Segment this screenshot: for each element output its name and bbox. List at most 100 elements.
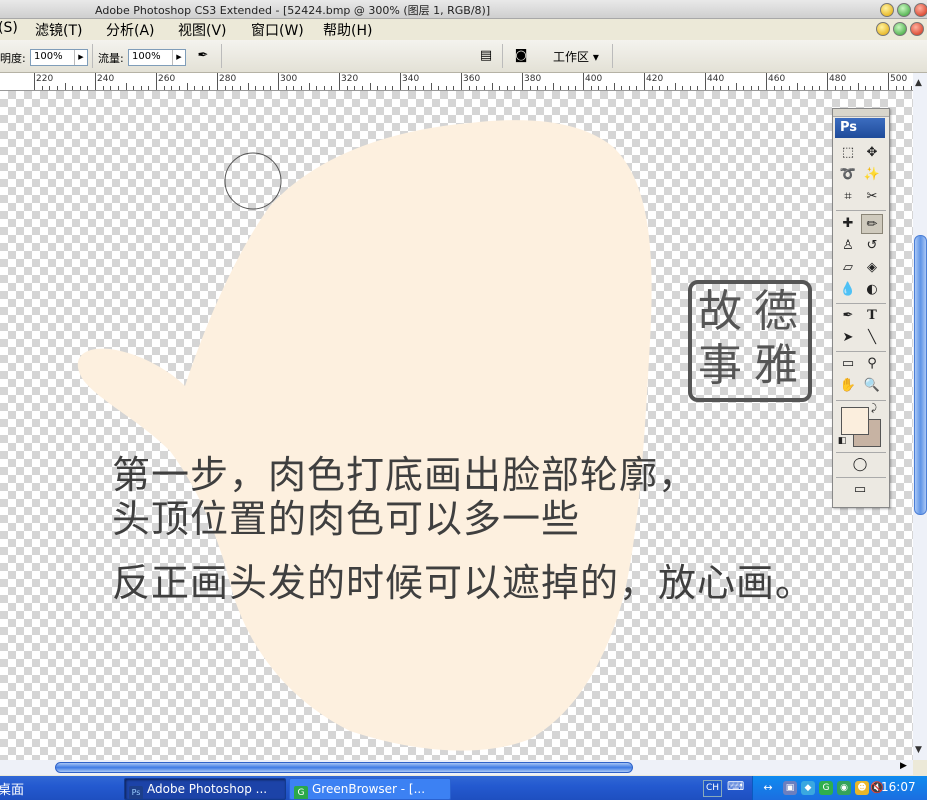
doc-minimize-button[interactable] xyxy=(876,22,890,36)
tray-app-icon[interactable]: ◆ xyxy=(801,781,815,795)
move-icon[interactable]: ✥ xyxy=(861,143,883,163)
ruler-minor-tick xyxy=(842,86,844,90)
palette-grip[interactable] xyxy=(833,109,889,117)
doc-close-button[interactable] xyxy=(910,22,924,36)
taskbar-photoshop-button[interactable]: Ps Adobe Photoshop ... xyxy=(124,778,286,800)
ps-logo[interactable]: Ps xyxy=(835,118,885,138)
scroll-right-icon[interactable]: ▶ xyxy=(900,761,907,771)
hand-icon[interactable]: ✋ xyxy=(837,376,859,396)
close-button[interactable] xyxy=(914,3,927,17)
taskbar: 桌面 Ps Adobe Photoshop ... G GreenBrowser -… xyxy=(0,776,927,800)
horizontal-ruler: 220 240 260 280 300 320 340 360 380 400 420 440 460 4… xyxy=(0,73,913,91)
separator xyxy=(92,44,93,68)
ruler-minor-tick xyxy=(239,86,241,90)
ruler-minor-tick xyxy=(712,86,714,90)
flow-arrow-icon[interactable]: ▶ xyxy=(172,50,185,65)
palette-well-icon[interactable]: ▤ xyxy=(476,47,496,65)
vertical-scrollbar[interactable]: ▲ ▼ xyxy=(913,73,927,760)
minimize-button[interactable] xyxy=(880,3,894,17)
paint-bucket-icon[interactable]: ◈ xyxy=(861,258,883,278)
ruler-minor-tick xyxy=(727,86,729,90)
type-icon[interactable]: T xyxy=(861,306,883,326)
eyedropper-icon[interactable]: ⚲ xyxy=(861,354,883,374)
magic-wand-icon[interactable]: ✨ xyxy=(861,165,883,185)
menu-analysis[interactable]: 分析(A) xyxy=(106,20,155,40)
vertical-scroll-thumb[interactable] xyxy=(914,235,927,515)
ruler-major-tick xyxy=(278,73,279,90)
ruler-minor-tick xyxy=(369,83,371,90)
flow-field[interactable]: 100% ▶ xyxy=(128,49,186,66)
ruler-minor-tick xyxy=(201,86,203,90)
ruler-label: 240 xyxy=(97,74,115,84)
screen-mode-icon[interactable]: ▭ xyxy=(849,480,871,500)
blur-icon[interactable]: 💧 xyxy=(837,280,859,300)
menu-view[interactable]: 视图(V) xyxy=(178,20,227,40)
document-canvas[interactable]: 第一步，肉色打底画出脸部轮廓， 头顶位置的肉色可以多一些 反正画头发的时候可以遮… xyxy=(0,91,913,760)
tray-app-icon[interactable]: ☻ xyxy=(855,781,869,795)
scroll-up-icon[interactable]: ▲ xyxy=(915,78,922,88)
marquee-icon[interactable]: ⬚ xyxy=(837,143,859,163)
tray-greenbrowser-icon[interactable]: G xyxy=(819,781,833,795)
ruler-minor-tick xyxy=(178,86,180,90)
ruler-minor-tick xyxy=(41,86,43,90)
doc-restore-button[interactable] xyxy=(893,22,907,36)
opacity-value: 100% xyxy=(34,51,63,62)
default-colors-icon[interactable]: ◧ xyxy=(836,431,848,451)
ruler-label: 320 xyxy=(341,74,359,84)
menu-window[interactable]: 窗口(W) xyxy=(251,20,304,40)
ruler-minor-tick xyxy=(781,86,783,90)
menu-help[interactable]: 帮助(H) xyxy=(323,20,372,40)
horizontal-scroll-thumb[interactable] xyxy=(55,762,633,773)
network-icon[interactable]: ↔ xyxy=(761,781,775,795)
stamp-icon[interactable]: ♙ xyxy=(837,236,859,256)
seal-stamp: 故 德 事 雅 xyxy=(688,280,812,402)
bridge-icon[interactable]: ◙ xyxy=(511,47,531,65)
slice-icon[interactable]: ✂ xyxy=(861,187,883,207)
keyboard-icon[interactable]: ⌨ xyxy=(727,779,744,793)
ruler-minor-tick xyxy=(422,86,424,90)
lasso-icon[interactable]: ➰ xyxy=(837,165,859,185)
crop-icon[interactable]: ⌗ xyxy=(837,187,859,207)
ruler-minor-tick xyxy=(910,86,912,90)
brush-icon[interactable]: ✏ xyxy=(861,214,883,234)
dodge-icon[interactable]: ◐ xyxy=(861,280,883,300)
ruler-minor-tick xyxy=(255,86,257,90)
workspace-menu[interactable]: 工作区 ▾ xyxy=(553,48,599,65)
line-icon[interactable]: ╲ xyxy=(861,328,883,348)
notes-icon[interactable]: ▭ xyxy=(837,354,859,374)
ruler-minor-tick xyxy=(308,83,310,90)
swap-colors-icon[interactable]: ⤸ xyxy=(867,399,881,419)
history-brush-icon[interactable]: ↺ xyxy=(861,236,883,256)
tray-app-icon[interactable]: ◉ xyxy=(837,781,851,795)
ruler-minor-tick xyxy=(377,86,379,90)
brush-cursor xyxy=(224,152,282,210)
language-indicator[interactable]: CH xyxy=(703,780,722,797)
ruler-major-tick xyxy=(95,73,96,90)
ruler-minor-tick xyxy=(224,86,226,90)
zoom-icon[interactable]: 🔍 xyxy=(861,376,883,396)
opacity-field[interactable]: 100% ▶ xyxy=(30,49,88,66)
menu-select[interactable]: (S) xyxy=(0,20,18,36)
opacity-arrow-icon[interactable]: ▶ xyxy=(74,50,87,65)
eraser-icon[interactable]: ▱ xyxy=(837,258,859,278)
ruler-minor-tick xyxy=(514,86,516,90)
airbrush-icon[interactable]: ✒ xyxy=(193,47,213,65)
desktop-label[interactable]: 桌面 xyxy=(0,779,24,798)
scroll-down-icon[interactable]: ▼ xyxy=(915,745,922,755)
ruler-minor-tick xyxy=(148,86,150,90)
taskbar-greenbrowser-button[interactable]: G GreenBrowser - [... xyxy=(289,778,451,800)
ruler-minor-tick xyxy=(811,86,813,90)
ruler-minor-tick xyxy=(621,86,623,90)
path-select-icon[interactable]: ➤ xyxy=(837,328,859,348)
horizontal-scrollbar[interactable]: ▶ xyxy=(0,760,913,775)
quick-mask-icon[interactable]: ◯ xyxy=(849,455,871,475)
healing-icon[interactable]: ✚ xyxy=(837,214,859,234)
pen-icon[interactable]: ✒ xyxy=(837,306,859,326)
maximize-button[interactable] xyxy=(897,3,911,17)
ruler-minor-tick xyxy=(674,83,676,90)
ruler-minor-tick xyxy=(544,86,546,90)
ruler-minor-tick xyxy=(773,86,775,90)
menu-filter[interactable]: 滤镜(T) xyxy=(35,20,82,40)
ruler-major-tick xyxy=(217,73,218,90)
tray-app-icon[interactable]: ▣ xyxy=(783,781,797,795)
